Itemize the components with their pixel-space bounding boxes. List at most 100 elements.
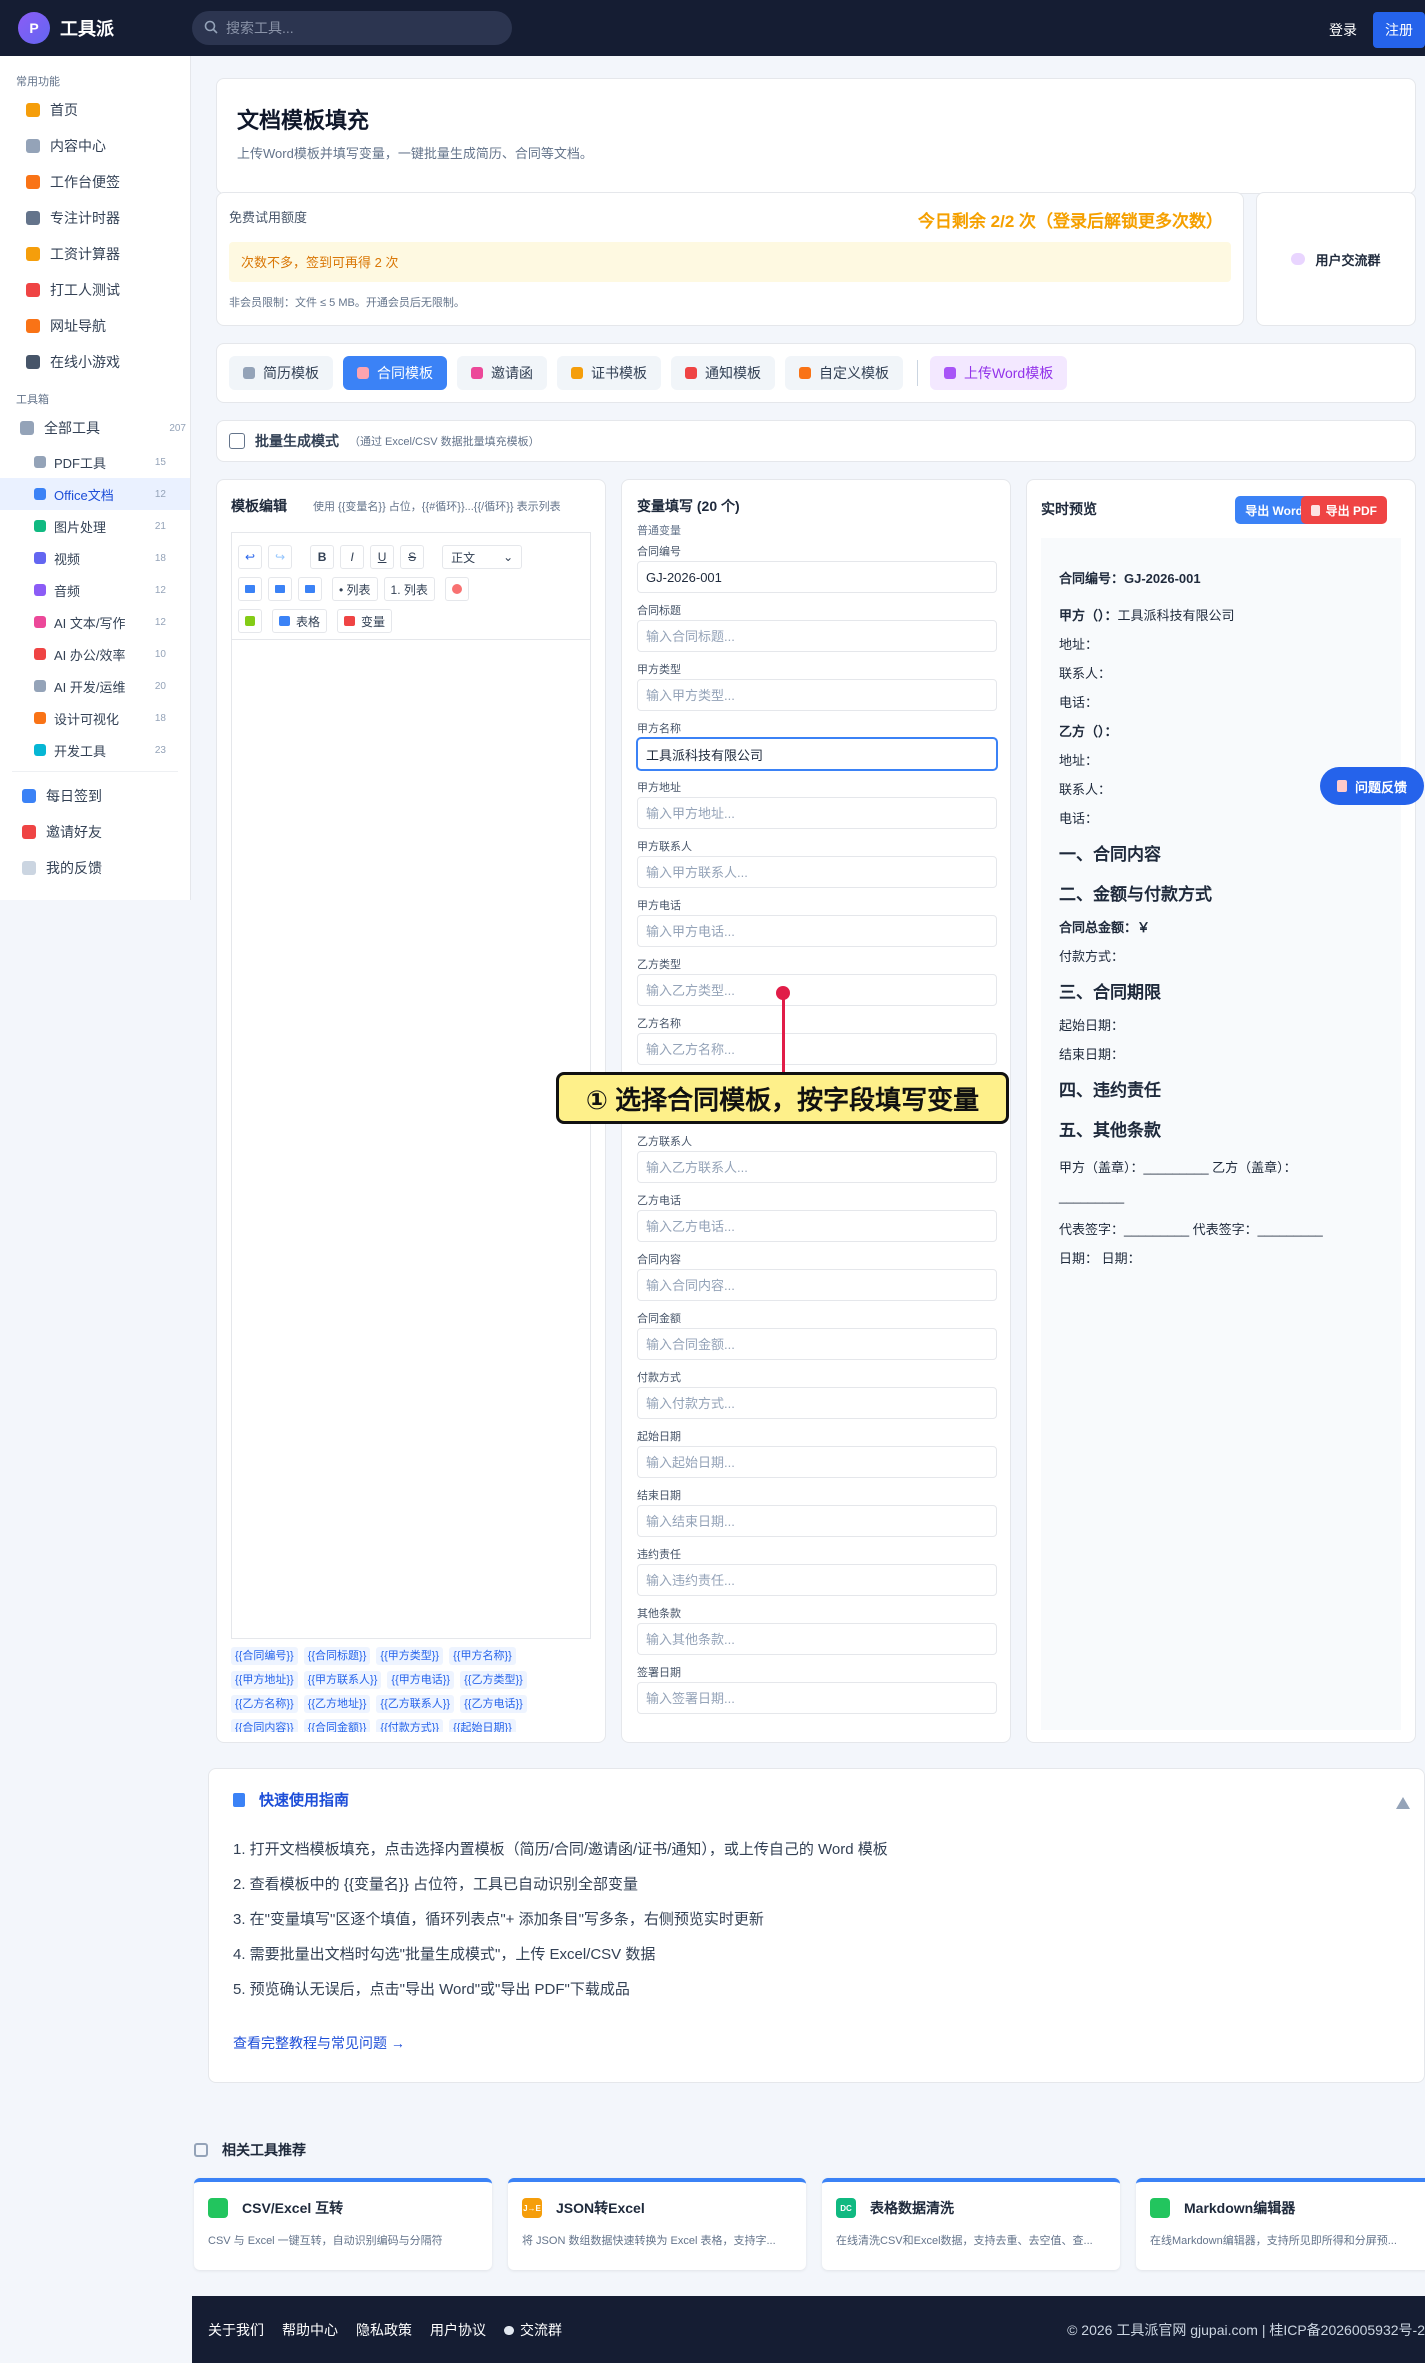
undo-button[interactable]: ↩	[238, 545, 263, 569]
variable-input[interactable]	[637, 915, 997, 947]
bold-button[interactable]: B	[310, 545, 335, 569]
sidebar-item[interactable]: 内容中心	[0, 128, 190, 164]
variable-input[interactable]	[637, 1682, 997, 1714]
align-left-icon[interactable]	[238, 577, 262, 601]
related-tool-card[interactable]: Markdown编辑器 在线Markdown编辑器，支持所见即所得和分屏预...	[1136, 2178, 1425, 2270]
variable-input[interactable]	[637, 1210, 997, 1242]
variable-input[interactable]	[637, 1328, 997, 1360]
login-link[interactable]: 登录	[1329, 20, 1357, 40]
related-tool-card[interactable]: DC 表格数据清洗 在线清洗CSV和Excel数据，支持去重、去空值、查...	[822, 2178, 1120, 2270]
sidebar-tool-item[interactable]: 开发工具 23	[0, 734, 190, 766]
sidebar-tool-item[interactable]: 音频 12	[0, 574, 190, 606]
variable-chip[interactable]: {{合同标题}}	[303, 1647, 371, 1665]
variable-chip[interactable]: {{合同内容}}	[231, 1719, 298, 1732]
sidebar-tool-item[interactable]: Office文档 12	[0, 478, 190, 510]
sidebar-tool-item[interactable]: AI 文本/写作 12	[0, 606, 190, 638]
sidebar-item[interactable]: 每日签到	[0, 778, 190, 814]
sidebar-item[interactable]: 工作台便签	[0, 164, 190, 200]
footer-link[interactable]: 关于我们	[208, 2320, 264, 2340]
sidebar-tool-item[interactable]: AI 办公/效率 10	[0, 638, 190, 670]
sidebar-tool-item[interactable]: 图片处理 21	[0, 510, 190, 542]
tab-upload-word[interactable]: 上传Word模板	[930, 356, 1068, 390]
template-tab[interactable]: 通知模板	[671, 356, 775, 390]
variable-input[interactable]	[637, 1269, 997, 1301]
collapse-icon[interactable]	[1396, 1797, 1410, 1809]
sidebar-item[interactable]: 网址导航	[0, 308, 190, 344]
sidebar-item[interactable]: 邀请好友	[0, 814, 190, 850]
variable-input[interactable]	[637, 679, 997, 711]
footer-link[interactable]: 帮助中心	[282, 2320, 338, 2340]
batch-mode-checkbox[interactable]	[229, 433, 245, 449]
variable-input[interactable]	[637, 974, 997, 1006]
variable-input[interactable]	[637, 620, 997, 652]
variable-chip[interactable]: {{甲方名称}}	[449, 1647, 516, 1665]
variable-chip[interactable]: {{甲方类型}}	[376, 1647, 444, 1665]
align-right-icon[interactable]	[298, 577, 322, 601]
variable-chip[interactable]: {{合同金额}}	[303, 1719, 371, 1732]
insert-table-button[interactable]: 表格	[272, 609, 328, 633]
align-center-icon[interactable]	[268, 577, 292, 601]
sidebar-item[interactable]: 专注计时器	[0, 200, 190, 236]
variable-input[interactable]	[637, 1387, 997, 1419]
sidebar-item[interactable]: 在线小游戏	[0, 344, 190, 380]
variable-input[interactable]	[637, 1151, 997, 1183]
template-tab[interactable]: 邀请函	[457, 356, 547, 390]
sidebar-tool-item[interactable]: 设计可视化 18	[0, 702, 190, 734]
variable-input[interactable]	[637, 797, 997, 829]
variable-chip[interactable]: {{乙方地址}}	[303, 1695, 371, 1713]
variable-input[interactable]	[637, 738, 997, 770]
highlight-icon[interactable]	[238, 609, 262, 633]
underline-button[interactable]: U	[370, 545, 395, 569]
insert-variable-button[interactable]: 变量	[337, 609, 393, 633]
related-tool-card[interactable]: CSV/Excel 互转 CSV 与 Excel 一键互转，自动识别编码与分隔符	[194, 2178, 492, 2270]
sidebar-tool-item[interactable]: 视频 18	[0, 542, 190, 574]
variable-chip[interactable]: {{合同编号}}	[231, 1647, 298, 1665]
italic-button[interactable]: I	[340, 545, 365, 569]
export-pdf-button[interactable]: 导出 PDF	[1300, 496, 1387, 524]
template-tab[interactable]: 证书模板	[557, 356, 661, 390]
search-box[interactable]	[192, 11, 512, 45]
variable-chip[interactable]: {{甲方联系人}}	[303, 1671, 382, 1689]
footer-link[interactable]: 用户协议	[430, 2320, 486, 2340]
logo[interactable]: P 工具派	[18, 12, 192, 44]
guide-full-link[interactable]: 查看完整教程与常见问题 →	[233, 2033, 1400, 2053]
variable-input[interactable]	[637, 1033, 997, 1065]
variable-chip[interactable]: {{乙方类型}}	[460, 1671, 527, 1689]
variable-input[interactable]	[637, 856, 997, 888]
variable-chip[interactable]: {{起始日期}}	[449, 1719, 516, 1732]
template-tab[interactable]: 合同模板	[343, 356, 447, 390]
user-group-card[interactable]: 用户交流群	[1256, 192, 1416, 326]
search-input[interactable]	[226, 20, 486, 36]
clear-format-icon[interactable]	[444, 577, 469, 601]
feedback-button[interactable]: 问题反馈	[1320, 767, 1424, 805]
sidebar-item-all-tools[interactable]: 全部工具 207	[0, 410, 190, 446]
sidebar-tool-item[interactable]: AI 开发/运维 20	[0, 670, 190, 702]
paragraph-style-select[interactable]: 正文 ⌄	[442, 545, 523, 569]
variable-chip[interactable]: {{甲方地址}}	[231, 1671, 298, 1689]
variable-input[interactable]	[637, 1564, 997, 1596]
footer-link-group[interactable]: 交流群	[504, 2320, 562, 2340]
sidebar-item[interactable]: 打工人测试	[0, 272, 190, 308]
template-tab[interactable]: 简历模板	[229, 356, 333, 390]
redo-button[interactable]: ↪	[268, 545, 293, 569]
variable-chip[interactable]: {{付款方式}}	[376, 1719, 444, 1732]
variable-chip[interactable]: {{乙方联系人}}	[376, 1695, 455, 1713]
related-tool-card[interactable]: J→E JSON转Excel 将 JSON 数组数据快速转换为 Excel 表格，支…	[508, 2178, 806, 2270]
numbered-list-button[interactable]: 1. 列表	[383, 577, 435, 601]
sidebar-item[interactable]: 工资计算器	[0, 236, 190, 272]
sidebar-item[interactable]: 我的反馈	[0, 850, 190, 886]
template-editor-area[interactable]	[231, 639, 591, 1639]
bullet-list-button[interactable]: • 列表	[332, 577, 378, 601]
sidebar-tool-item[interactable]: PDF工具 15	[0, 446, 190, 478]
variable-input[interactable]	[637, 1446, 997, 1478]
variable-chip[interactable]: {{甲方电话}}	[387, 1671, 455, 1689]
footer-link[interactable]: 隐私政策	[356, 2320, 412, 2340]
variable-input[interactable]	[637, 561, 997, 593]
strikethrough-button[interactable]: S	[400, 545, 425, 569]
variable-input[interactable]	[637, 1505, 997, 1537]
variable-chip[interactable]: {{乙方电话}}	[460, 1695, 527, 1713]
variable-chip[interactable]: {{乙方名称}}	[231, 1695, 298, 1713]
sidebar-item[interactable]: 首页	[0, 92, 190, 128]
variable-input[interactable]	[637, 1623, 997, 1655]
template-tab[interactable]: 自定义模板	[785, 356, 903, 390]
